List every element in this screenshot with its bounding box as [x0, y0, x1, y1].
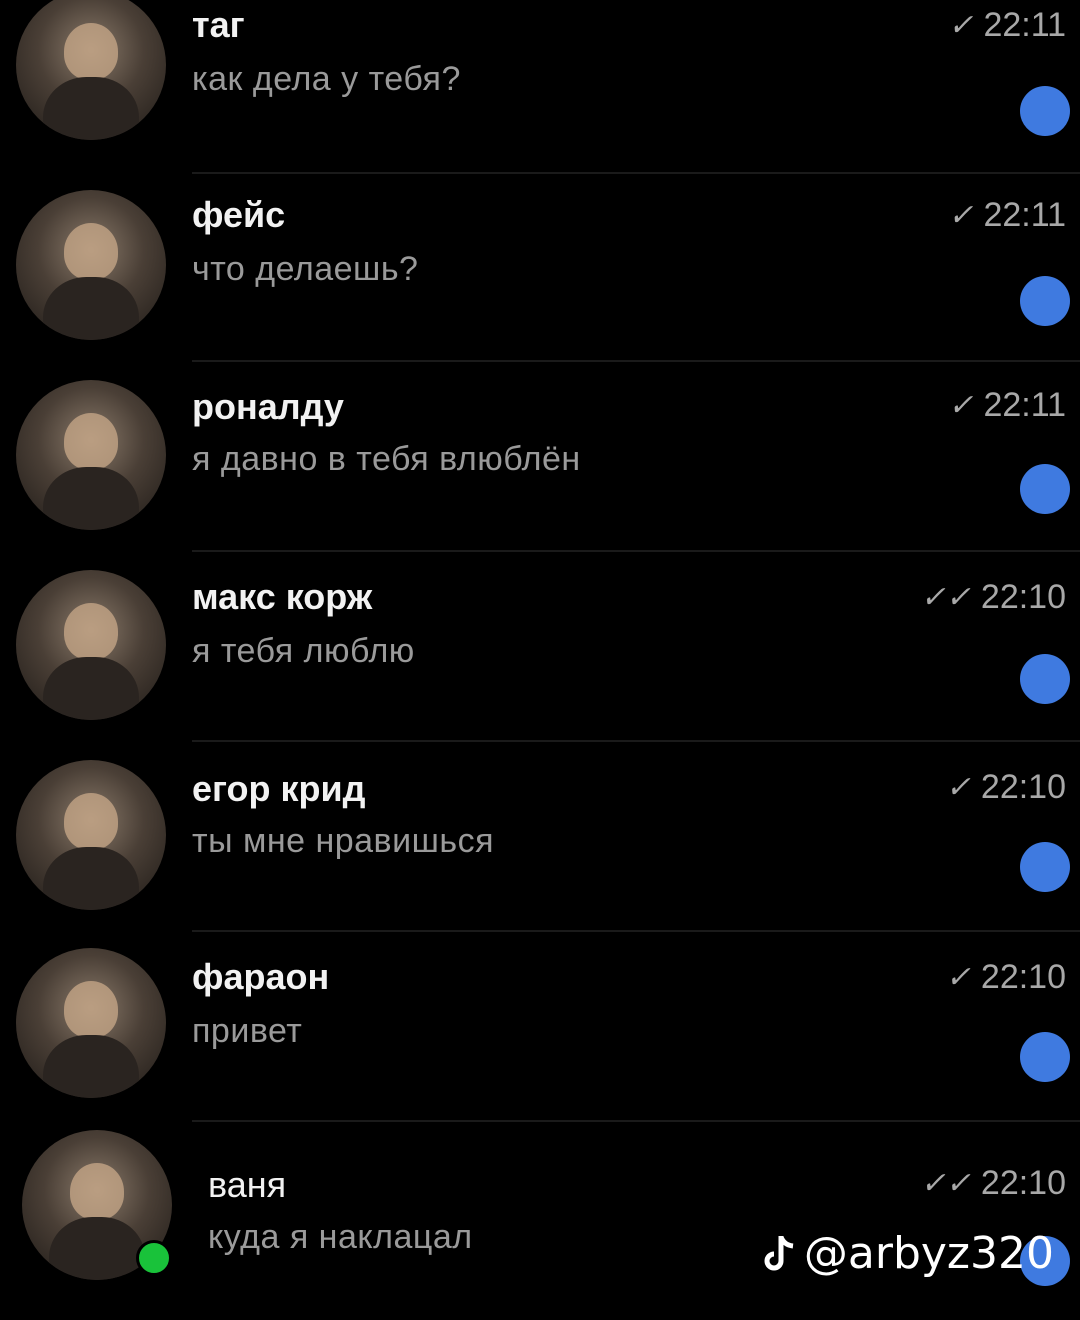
- chat-list: таг как дела у тебя? ✓ 22:11 фейс что де…: [0, 0, 1080, 1304]
- sent-check-icon: ✓: [948, 9, 974, 42]
- chat-name: фараон: [192, 956, 330, 997]
- chat-last-message: как дела у тебя?: [192, 60, 461, 98]
- chat-row-vanya[interactable]: ваня куда я наклацал ✓✓ 22:10: [0, 1130, 1080, 1320]
- chat-row-faraon[interactable]: фараон привет ✓ 22:10: [0, 948, 1080, 1138]
- unread-indicator: [1020, 464, 1070, 514]
- chat-time: 22:10: [980, 578, 1066, 616]
- chat-meta: ✓✓ 22:10: [921, 1164, 1066, 1203]
- read-double-check-icon: ✓✓: [920, 581, 971, 614]
- chat-row-ronaldu[interactable]: роналду я давно в тебя влюблён ✓ 22:11: [0, 380, 1080, 570]
- unread-indicator: [1020, 842, 1070, 892]
- chat-time: 22:11: [983, 386, 1066, 424]
- chat-meta: ✓✓ 22:10: [921, 578, 1066, 617]
- chat-last-message: привет: [192, 1012, 303, 1050]
- sent-check-icon: ✓: [945, 961, 971, 994]
- chat-name: роналду: [192, 386, 344, 427]
- chat-last-message: я тебя люблю: [192, 632, 415, 670]
- chat-row-egor-krid[interactable]: егор крид ты мне нравишься ✓ 22:10: [0, 760, 1080, 950]
- divider: [192, 172, 1080, 174]
- read-double-check-icon: ✓✓: [920, 1167, 971, 1200]
- chat-last-message: что делаешь?: [192, 250, 419, 288]
- unread-indicator: [1020, 276, 1070, 326]
- sent-check-icon: ✓: [948, 199, 974, 232]
- chat-time: 22:10: [980, 958, 1066, 996]
- avatar[interactable]: [16, 948, 166, 1098]
- tiktok-icon: [762, 1234, 796, 1274]
- unread-indicator: [1020, 1032, 1070, 1082]
- sent-check-icon: ✓: [945, 771, 971, 804]
- chat-time: 22:10: [980, 1164, 1066, 1202]
- chat-row-tag[interactable]: таг как дела у тебя? ✓ 22:11: [0, 0, 1080, 190]
- chat-time: 22:11: [983, 196, 1066, 234]
- avatar[interactable]: [16, 380, 166, 530]
- sent-check-icon: ✓: [948, 389, 974, 422]
- divider: [192, 930, 1080, 932]
- avatar[interactable]: [16, 190, 166, 340]
- avatar[interactable]: [16, 760, 166, 910]
- chat-name: фейс: [192, 194, 286, 235]
- chat-meta: ✓ 22:11: [948, 6, 1066, 45]
- chat-row-feis[interactable]: фейс что делаешь? ✓ 22:11: [0, 190, 1080, 380]
- divider: [192, 360, 1080, 362]
- avatar[interactable]: [16, 570, 166, 720]
- chat-name: егор крид: [192, 768, 366, 809]
- watermark-handle: @arbyz320: [803, 1228, 1054, 1279]
- chat-time: 22:10: [980, 768, 1066, 806]
- unread-indicator: [1020, 86, 1070, 136]
- chat-meta: ✓ 22:11: [948, 386, 1066, 425]
- chat-meta: ✓ 22:10: [946, 768, 1066, 807]
- chat-name: макс корж: [192, 576, 373, 617]
- chat-last-message: я давно в тебя влюблён: [192, 440, 581, 478]
- divider: [192, 1120, 1080, 1122]
- chat-last-message: куда я наклацал: [208, 1218, 473, 1256]
- chat-time: 22:11: [983, 6, 1066, 44]
- unread-indicator: [1020, 654, 1070, 704]
- chat-row-maks-korzh[interactable]: макс корж я тебя люблю ✓✓ 22:10: [0, 570, 1080, 760]
- avatar[interactable]: [16, 0, 166, 140]
- chat-name: ваня: [208, 1164, 287, 1205]
- divider: [192, 740, 1080, 742]
- online-status-indicator: [136, 1240, 172, 1276]
- tiktok-watermark: @arbyz320: [762, 1228, 1054, 1279]
- chat-name: таг: [192, 4, 245, 45]
- chat-last-message: ты мне нравишься: [192, 822, 495, 860]
- chat-meta: ✓ 22:11: [948, 196, 1066, 235]
- divider: [192, 550, 1080, 552]
- chat-meta: ✓ 22:10: [946, 958, 1066, 997]
